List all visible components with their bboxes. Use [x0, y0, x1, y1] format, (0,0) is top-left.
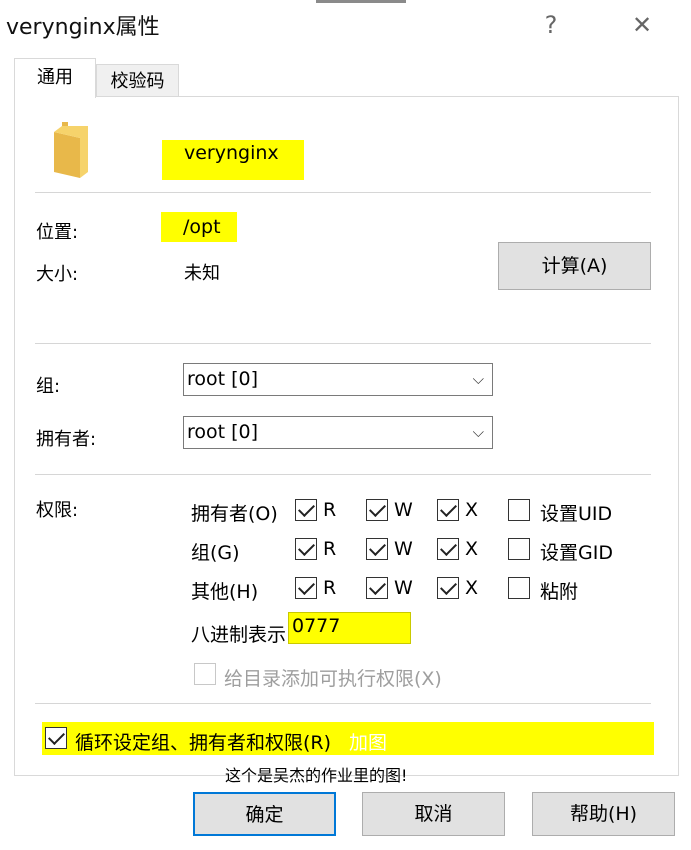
tab-general[interactable]: 通用 — [14, 58, 96, 98]
octal-value: 0777 — [292, 615, 341, 637]
close-icon[interactable]: ✕ — [624, 10, 660, 40]
separator — [35, 192, 651, 193]
perm-group-x-checkbox[interactable] — [437, 538, 459, 560]
folder-icon — [54, 122, 88, 178]
top-edge-artifact — [316, 0, 406, 3]
help-button[interactable]: 帮助(H) — [532, 792, 675, 836]
owner-select-value: root [0] — [187, 421, 259, 443]
perm-r-label: R — [323, 577, 337, 599]
perm-x-label: X — [465, 577, 479, 599]
perm-w-label: W — [394, 538, 413, 560]
perm-others-x-checkbox[interactable] — [437, 577, 459, 599]
perm-owner-x-checkbox[interactable] — [437, 499, 459, 521]
octal-label: 八进制表示 — [191, 624, 287, 646]
file-name[interactable]: verynginx — [184, 142, 279, 164]
perm-owner-label: 拥有者(O) — [191, 503, 278, 525]
location-value: /opt — [183, 216, 221, 238]
perm-others-label: 其他(H) — [191, 581, 259, 603]
sticky-label: 粘附 — [540, 581, 579, 603]
setuid-checkbox[interactable] — [508, 499, 530, 521]
perm-w-label: W — [394, 499, 413, 521]
perm-w-label: W — [394, 577, 413, 599]
perm-owner-r-checkbox[interactable] — [295, 499, 317, 521]
setgid-label: 设置GID — [540, 542, 613, 564]
sticky-checkbox[interactable] — [508, 577, 530, 599]
permissions-label: 权限: — [36, 500, 79, 521]
perm-r-label: R — [323, 538, 337, 560]
perm-x-label: X — [465, 499, 479, 521]
perm-group-w-checkbox[interactable] — [366, 538, 388, 560]
separator — [35, 703, 651, 704]
recursive-overlay-text: 加图 — [349, 732, 388, 754]
size-label: 大小: — [36, 264, 79, 285]
chevron-down-icon: ⌵ — [472, 423, 484, 441]
perm-r-label: R — [323, 499, 337, 521]
perm-others-w-checkbox[interactable] — [366, 577, 388, 599]
recursive-checkbox[interactable] — [45, 727, 67, 749]
separator — [35, 343, 651, 344]
separator — [35, 474, 651, 475]
group-label: 组: — [36, 376, 61, 397]
perm-others-r-checkbox[interactable] — [295, 577, 317, 599]
owner-select[interactable]: root [0] ⌵ — [183, 416, 493, 449]
perm-group-label: 组(G) — [191, 542, 240, 564]
location-label: 位置: — [36, 222, 79, 243]
help-question-icon[interactable]: ? — [536, 10, 566, 40]
recursive-label: 循环设定组、拥有者和权限(R) — [75, 732, 332, 754]
chevron-down-icon: ⌵ — [472, 370, 484, 388]
annotation-note: 这个是吴杰的作业里的图! — [225, 766, 408, 785]
group-select-value: root [0] — [187, 368, 259, 390]
setgid-checkbox[interactable] — [508, 538, 530, 560]
ok-button[interactable]: 确定 — [193, 792, 336, 836]
group-select[interactable]: root [0] ⌵ — [183, 363, 493, 396]
perm-x-label: X — [465, 538, 479, 560]
calculate-button[interactable]: 计算(A) — [498, 242, 651, 290]
perm-group-r-checkbox[interactable] — [295, 538, 317, 560]
exec-dirs-checkbox[interactable] — [194, 663, 216, 685]
setuid-label: 设置UID — [540, 503, 613, 525]
tab-checksum[interactable]: 校验码 — [96, 64, 179, 97]
size-value: 未知 — [184, 263, 220, 284]
perm-owner-w-checkbox[interactable] — [366, 499, 388, 521]
exec-dirs-label: 给目录添加可执行权限(X) — [224, 668, 442, 690]
owner-label: 拥有者: — [36, 429, 97, 450]
cancel-button[interactable]: 取消 — [362, 792, 505, 836]
window-title: verynginx属性 — [6, 15, 160, 40]
